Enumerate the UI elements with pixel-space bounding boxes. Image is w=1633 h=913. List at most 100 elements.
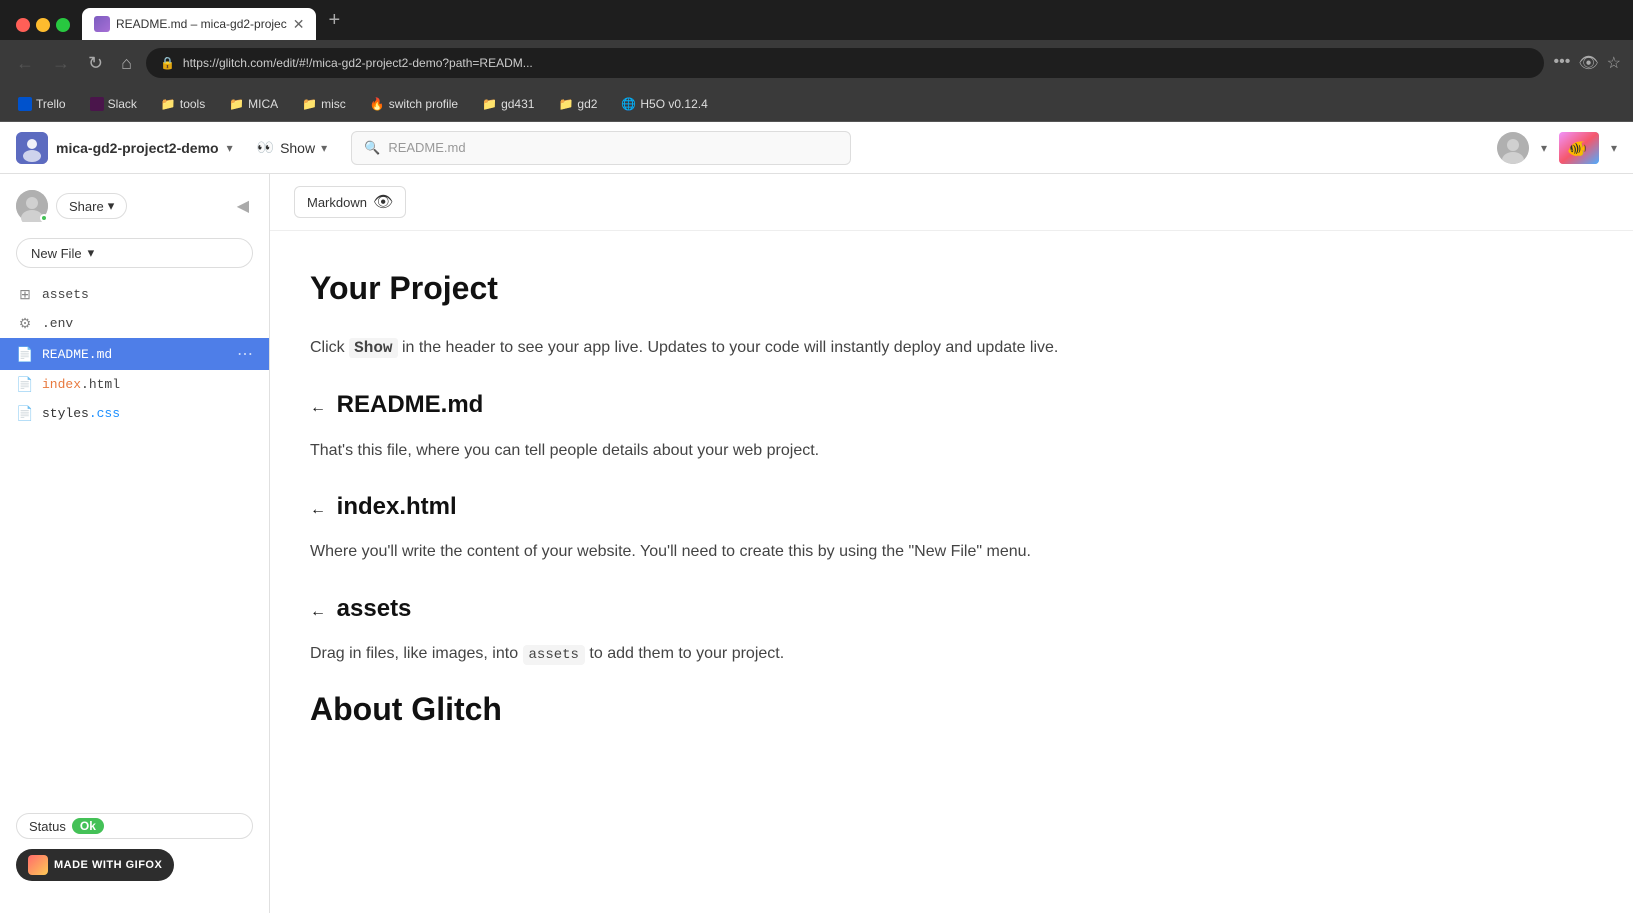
collapse-sidebar-button[interactable]: ◀ <box>233 192 253 220</box>
bookmark-gd431-label: gd431 <box>501 97 534 111</box>
file-search-box[interactable]: 🔍 README.md <box>351 131 851 165</box>
file-item-assets[interactable]: ⊞ assets <box>0 280 269 309</box>
folder-icon-5: 📁 <box>558 97 573 111</box>
content-p1: Click Show in the header to see your app… <box>310 334 1593 362</box>
arrow-left-icon: ← <box>310 399 326 416</box>
back-button[interactable]: ← <box>12 49 38 78</box>
new-tab-button[interactable]: + <box>320 5 348 36</box>
markdown-badge-button[interactable]: Markdown 👁 <box>294 186 406 218</box>
home-button[interactable]: ⌂ <box>117 49 136 78</box>
content-p1-after: in the header to see your app live. Upda… <box>398 339 1059 356</box>
file-item-readme[interactable]: 📄 README.md ⋯ <box>0 338 269 370</box>
app-container: mica-gd2-project2-demo ▾ 👀 Show ▾ 🔍 READ… <box>0 122 1633 913</box>
bookmark-slack[interactable]: Slack <box>84 95 143 113</box>
arrow-left-icon-2: ← <box>310 501 326 518</box>
header-right: ▾ 🐠 ▾ <box>1497 132 1617 164</box>
folder-icon-3: 📁 <box>302 97 317 111</box>
assets-icon: ⊞ <box>16 286 34 303</box>
search-icon: 🔍 <box>364 140 380 156</box>
bookmark-slack-label: Slack <box>108 97 137 111</box>
bookmark-switch-profile-label: switch profile <box>389 97 458 111</box>
bookmark-tools-label: tools <box>180 97 205 111</box>
user-avatar[interactable] <box>1497 132 1529 164</box>
globe-icon: 🌐 <box>621 97 636 111</box>
sidebar-top: Share ▾ ◀ <box>0 190 269 222</box>
status-label: Status <box>29 819 66 834</box>
content-heading-index: ← index.html <box>310 488 1593 526</box>
tab-title: README.md – mica-gd2-projec <box>116 17 287 31</box>
gifox-logo-icon <box>28 855 48 875</box>
content-area: Markdown 👁 Your Project Click Show in th… <box>270 174 1633 913</box>
show-label: Show <box>280 140 315 156</box>
user-chevron-icon: ▾ <box>1541 141 1547 155</box>
heading-index-text: index.html <box>337 493 457 520</box>
content-heading-assets: ← assets <box>310 590 1593 628</box>
svg-text:🐠: 🐠 <box>1567 141 1587 158</box>
app-header: mica-gd2-project2-demo ▾ 👀 Show ▾ 🔍 READ… <box>0 122 1633 174</box>
sidebar-user-avatar <box>16 190 48 222</box>
file-list: ⊞ assets ⚙ .env 📄 README.md ⋯ 📄 inde <box>0 280 269 428</box>
bookmark-tools[interactable]: 📁 tools <box>155 95 211 113</box>
heading-assets-text: assets <box>337 595 412 622</box>
bookmark-gd2[interactable]: 📁 gd2 <box>552 95 603 113</box>
reload-button[interactable]: ↻ <box>84 49 107 78</box>
bookmark-trello[interactable]: Trello <box>12 95 72 113</box>
bookmark-h5o[interactable]: 🌐 H5O v0.12.4 <box>615 95 713 113</box>
content-p3: Where you'll write the content of your w… <box>310 538 1593 565</box>
fire-icon: 🔥 <box>370 97 385 111</box>
tab-favicon-icon <box>94 16 110 32</box>
maximize-window-button[interactable] <box>56 18 70 32</box>
file-item-styles[interactable]: 📄 styles.css <box>0 399 269 428</box>
bookmark-switch-profile[interactable]: 🔥 switch profile <box>364 95 464 113</box>
file-item-index[interactable]: 📄 index.html <box>0 370 269 399</box>
more-actions-icon[interactable]: ••• <box>1554 53 1571 73</box>
content-p1-before: Click <box>310 339 349 356</box>
file-name-assets: assets <box>42 287 253 302</box>
styles-css-icon: 📄 <box>16 405 34 422</box>
content-p2: That's this file, where you can tell peo… <box>310 437 1593 464</box>
address-input[interactable]: 🔒 https://glitch.com/edit/#!/mica-gd2-pr… <box>146 48 1544 78</box>
bookmark-mica[interactable]: 📁 MICA <box>223 95 284 113</box>
slack-icon <box>90 97 104 111</box>
address-url: https://glitch.com/edit/#!/mica-gd2-proj… <box>183 56 533 70</box>
forward-button[interactable]: → <box>48 49 74 78</box>
readme-icon: 📄 <box>16 346 34 363</box>
project-avatar <box>16 132 48 164</box>
lock-icon: 🔒 <box>160 56 175 70</box>
pocket-icon[interactable]: 👁 <box>1578 53 1598 73</box>
new-file-label: New File <box>31 246 82 261</box>
main-area: Share ▾ ◀ New File ▾ ⊞ assets ⚙ <box>0 174 1633 913</box>
bookmark-misc[interactable]: 📁 misc <box>296 95 352 113</box>
status-badge[interactable]: Status Ok <box>16 813 253 839</box>
project-chevron-icon: ▾ <box>227 141 233 155</box>
close-window-button[interactable] <box>16 18 30 32</box>
share-chevron-icon: ▾ <box>108 198 115 214</box>
window-controls <box>8 18 78 32</box>
made-with-gifox-button[interactable]: MADE WITH GIFOX <box>16 849 174 881</box>
sidebar-bottom: Status Ok MADE WITH GIFOX <box>0 797 269 897</box>
show-button[interactable]: 👀 Show ▾ <box>249 135 336 160</box>
trello-icon <box>18 97 32 111</box>
gifox-label: MADE WITH GIFOX <box>54 859 162 871</box>
markdown-label: Markdown <box>307 195 367 210</box>
active-tab[interactable]: README.md – mica-gd2-projec ✕ <box>82 8 316 40</box>
bookmark-mica-label: MICA <box>248 97 278 111</box>
fish-avatar[interactable]: 🐠 <box>1559 132 1599 164</box>
bookmark-gd431[interactable]: 📁 gd431 <box>476 95 540 113</box>
file-name-styles: styles.css <box>42 406 253 421</box>
bookmark-icon[interactable]: ☆ <box>1607 53 1621 73</box>
env-icon: ⚙ <box>16 315 34 332</box>
share-button[interactable]: Share ▾ <box>56 193 127 219</box>
content-toolbar: Markdown 👁 <box>270 174 1633 231</box>
content-p4: Drag in files, like images, into assets … <box>310 640 1593 668</box>
new-file-button[interactable]: New File ▾ <box>16 238 253 268</box>
file-more-icon[interactable]: ⋯ <box>237 344 253 364</box>
eyes-icon: 👀 <box>257 139 274 156</box>
tab-close-button[interactable]: ✕ <box>293 16 305 33</box>
project-selector[interactable]: mica-gd2-project2-demo ▾ <box>16 132 233 164</box>
heading-readme-text: README.md <box>337 391 484 418</box>
minimize-window-button[interactable] <box>36 18 50 32</box>
content-assets-code: assets <box>523 645 585 665</box>
online-status-dot <box>40 214 48 222</box>
file-item-env[interactable]: ⚙ .env <box>0 309 269 338</box>
